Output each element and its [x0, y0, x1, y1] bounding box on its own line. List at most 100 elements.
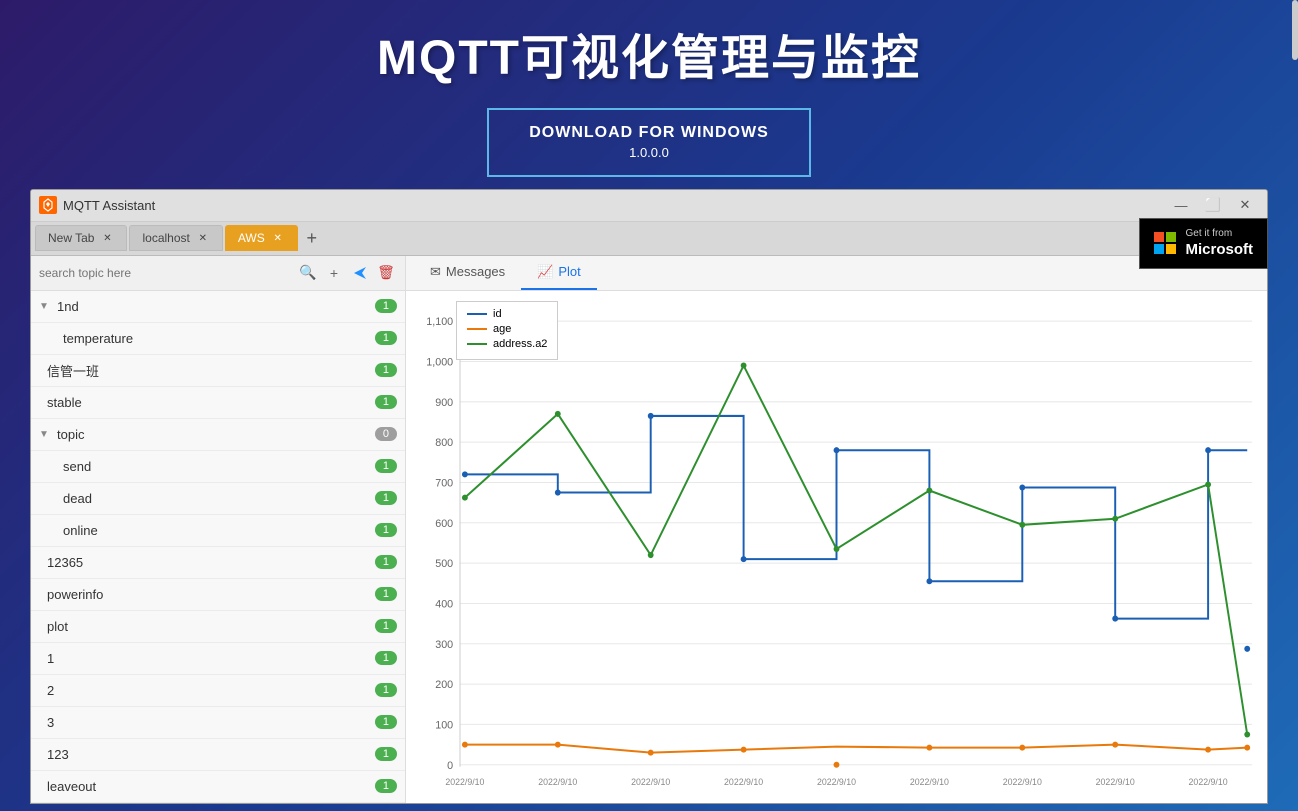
svg-text:1,100: 1,100 [426, 316, 453, 328]
svg-text:2022/9/10: 2022/9/10 [1003, 776, 1042, 786]
address-dot [1112, 515, 1118, 521]
topic-badge: 1 [375, 363, 397, 377]
download-label-line1: DOWNLOAD FOR WINDOWS [529, 122, 769, 144]
age-dot [834, 761, 840, 767]
search-button[interactable]: 🔍 [297, 262, 319, 284]
list-item[interactable]: 3 1 [31, 707, 405, 739]
topic-badge: 1 [375, 395, 397, 409]
topic-label: 123 [47, 747, 375, 762]
topic-label: dead [63, 491, 375, 506]
address-dot [648, 552, 654, 558]
download-section: DOWNLOAD FOR WINDOWS 1.0.0.0 Get it from… [0, 108, 1298, 177]
svg-text:2022/9/10: 2022/9/10 [817, 776, 856, 786]
plot-chart: 1,100 1,000 900 800 700 600 500 400 300 … [416, 301, 1257, 795]
list-item[interactable]: plot 1 [31, 611, 405, 643]
delete-button[interactable]: 🗑 [375, 262, 397, 284]
topic-label: 3 [47, 715, 375, 730]
id-dot [1019, 484, 1025, 490]
age-dot [926, 744, 932, 750]
list-item[interactable]: 信管一班 1 [31, 355, 405, 387]
download-button[interactable]: DOWNLOAD FOR WINDOWS 1.0.0.0 [487, 108, 811, 177]
send-button[interactable] [349, 262, 371, 284]
topic-badge: 1 [375, 491, 397, 505]
ms-microsoft-label: Microsoft [1186, 240, 1254, 260]
list-item[interactable]: stable 1 [31, 387, 405, 419]
list-item[interactable]: ▼ 1nd 1 [31, 291, 405, 323]
list-item[interactable]: 123 1 [31, 739, 405, 771]
maximize-button[interactable]: ⬜ [1199, 194, 1227, 216]
legend-age-line [467, 328, 487, 330]
topic-label: 1nd [57, 299, 375, 314]
address-line [465, 365, 1247, 734]
add-tab-button[interactable]: + [300, 226, 324, 250]
plot-icon: 📈 [537, 264, 553, 280]
list-item[interactable]: leaveout 1 [31, 771, 405, 803]
svg-text:300: 300 [435, 638, 453, 650]
tab-plot[interactable]: 📈 Plot [521, 256, 597, 290]
messages-tab-label: Messages [446, 264, 505, 279]
id-dot [1112, 615, 1118, 621]
list-item[interactable]: parkin 1 [31, 803, 405, 804]
tab-aws-close[interactable]: ✕ [271, 231, 285, 245]
search-input[interactable] [39, 266, 293, 280]
topic-badge: 1 [375, 619, 397, 633]
topic-badge: 1 [375, 747, 397, 761]
add-topic-button[interactable]: + [323, 262, 345, 284]
topic-badge: 1 [375, 331, 397, 345]
topic-label: temperature [63, 331, 375, 346]
legend-age-label: age [493, 323, 511, 335]
tab-new-tab-label: New Tab [48, 231, 94, 245]
topic-label: plot [47, 619, 375, 634]
svg-text:900: 900 [435, 396, 453, 408]
svg-text:2022/9/10: 2022/9/10 [538, 776, 577, 786]
tab-aws[interactable]: AWS ✕ [225, 225, 298, 251]
topic-badge: 1 [375, 683, 397, 697]
topic-badge: 1 [375, 523, 397, 537]
list-item[interactable]: powerinfo 1 [31, 579, 405, 611]
topic-label: leaveout [47, 779, 375, 794]
topic-label: send [63, 459, 375, 474]
legend-address: address.a2 [467, 338, 547, 350]
svg-text:2022/9/10: 2022/9/10 [631, 776, 670, 786]
svg-text:2022/9/10: 2022/9/10 [1096, 776, 1135, 786]
age-dot [1112, 741, 1118, 747]
topic-badge: 1 [375, 555, 397, 569]
tab-new-tab-close[interactable]: ✕ [100, 231, 114, 245]
close-button[interactable]: ✕ [1231, 194, 1259, 216]
topic-badge: 1 [375, 587, 397, 601]
svg-text:800: 800 [435, 437, 453, 449]
tab-messages[interactable]: ✉ Messages [414, 256, 521, 290]
list-item[interactable]: 12365 1 [31, 547, 405, 579]
app-window: MQTT Assistant — ⬜ ✕ New Tab ✕ localhost… [30, 189, 1268, 804]
microsoft-badge[interactable]: Get it from Microsoft [1139, 218, 1269, 269]
age-dot [741, 746, 747, 752]
address-dot [1205, 481, 1211, 487]
right-panel: ✉ Messages 📈 Plot id [406, 256, 1267, 804]
expand-arrow-icon: ▼ [39, 429, 53, 440]
tab-localhost[interactable]: localhost ✕ [129, 225, 222, 251]
tab-new-tab[interactable]: New Tab ✕ [35, 225, 127, 251]
expand-arrow-icon: ▼ [39, 301, 53, 312]
tab-localhost-close[interactable]: ✕ [196, 231, 210, 245]
legend-id-line [467, 313, 487, 315]
tab-aws-label: AWS [238, 231, 265, 245]
topic-label: stable [47, 395, 375, 410]
svg-text:100: 100 [435, 719, 453, 731]
header: MQTT可视化管理与监控 [0, 0, 1298, 98]
id-line [465, 416, 1247, 619]
topic-badge: 1 [375, 459, 397, 473]
list-item[interactable]: 2 1 [31, 675, 405, 707]
list-item[interactable]: temperature 1 [31, 323, 405, 355]
list-item[interactable]: 1 1 [31, 643, 405, 675]
topic-label: 1 [47, 651, 375, 666]
id-dot [834, 447, 840, 453]
minimize-button[interactable]: — [1167, 194, 1195, 216]
svg-text:600: 600 [435, 517, 453, 529]
list-item[interactable]: ▼ topic 0 [31, 419, 405, 451]
list-item[interactable]: send 1 [31, 451, 405, 483]
app-icon [39, 196, 57, 214]
id-dot [555, 489, 561, 495]
list-item[interactable]: online 1 [31, 515, 405, 547]
chart-legend: id age address.a2 [456, 301, 558, 360]
list-item[interactable]: dead 1 [31, 483, 405, 515]
